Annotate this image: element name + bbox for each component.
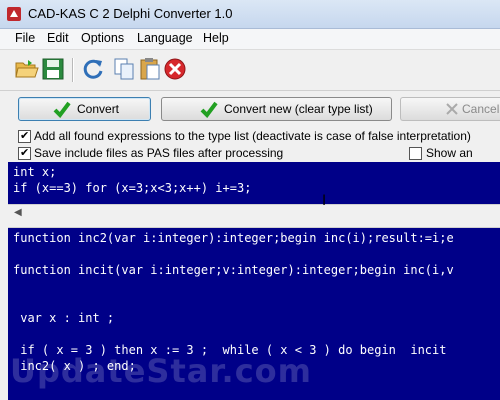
copy-icon[interactable] [112, 56, 138, 82]
refresh-icon[interactable] [80, 56, 106, 82]
menu-file[interactable]: File [15, 31, 35, 45]
add-expressions-checkbox[interactable]: ✔ [18, 130, 31, 143]
app-icon [7, 7, 21, 21]
menu-options[interactable]: Options [81, 31, 124, 45]
open-folder-icon[interactable] [14, 56, 40, 82]
delete-icon[interactable] [162, 56, 188, 82]
output-code-line: function inc2(var i:integer):integer;beg… [13, 231, 454, 245]
toolbar [0, 50, 500, 91]
convert-new-button-label: Convert new (clear type list) [224, 102, 373, 116]
menu-bar: File Edit Options Language Help [0, 29, 500, 50]
input-code-editor[interactable]: int x; if (x==3) for (x=3;x<3;x++) i+=3; [8, 162, 500, 204]
output-code-line: function incit(var i:integer;v:integer):… [13, 263, 454, 277]
save-include-checkbox[interactable]: ✔ [18, 147, 31, 160]
show-error-checkbox[interactable] [409, 147, 422, 160]
check-icon [200, 101, 218, 118]
toolbar-separator [72, 58, 74, 82]
cancel-button-label: Cancel [462, 102, 500, 116]
text-cursor-icon: I [322, 193, 327, 209]
convert-button[interactable]: Convert [18, 97, 151, 121]
paste-icon[interactable] [137, 56, 163, 82]
checkmark-icon: ✔ [20, 130, 30, 142]
output-code-line: var x : int ; [13, 311, 115, 325]
editor-horizontal-scrollbar[interactable] [8, 204, 500, 228]
cancel-button[interactable]: Cancel [400, 97, 500, 121]
add-expressions-label: Add all found expressions to the type li… [34, 129, 471, 143]
checkmark-icon: ✔ [20, 147, 30, 159]
menu-language[interactable]: Language [137, 31, 193, 45]
convert-button-label: Convert [77, 102, 120, 116]
input-code-line: int x; [13, 165, 57, 179]
input-code-line: if (x==3) for (x=3;x<3;x++) i+=3; [13, 181, 252, 195]
cancel-icon [446, 103, 458, 115]
left-border [0, 160, 8, 400]
menu-edit[interactable]: Edit [47, 31, 69, 45]
menu-help[interactable]: Help [203, 31, 229, 45]
convert-new-button[interactable]: Convert new (clear type list) [161, 97, 392, 121]
window-title: CAD-KAS C 2 Delphi Converter 1.0 [28, 6, 233, 21]
scroll-left-icon[interactable]: ◀ [14, 207, 22, 218]
check-icon [53, 101, 71, 118]
save-include-label: Save include files as PAS files after pr… [34, 146, 284, 160]
watermark: UpdateStar.com [10, 352, 312, 390]
save-icon[interactable] [40, 56, 66, 82]
title-bar: CAD-KAS C 2 Delphi Converter 1.0 [0, 0, 500, 29]
